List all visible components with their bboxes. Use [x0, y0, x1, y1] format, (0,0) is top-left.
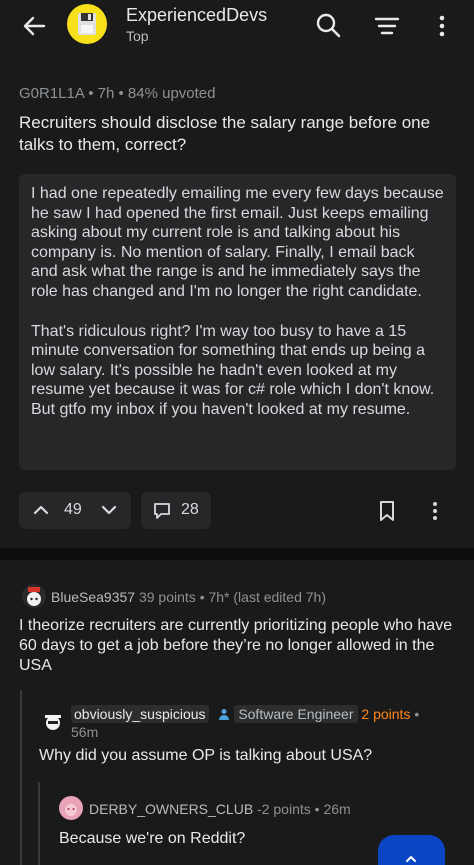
post-body: I had one repeatedly emailing me every f…	[19, 174, 456, 470]
post-body-paragraph: I had one repeatedly emailing me every f…	[31, 185, 444, 300]
subreddit-avatar[interactable]	[67, 4, 107, 44]
comment-points: 2 points	[361, 706, 411, 722]
post-title: Recruiters should disclose the salary ra…	[19, 113, 431, 154]
avatar[interactable]	[22, 584, 46, 608]
post-body-paragraph: That's ridiculous right? I'm way too bus…	[31, 322, 435, 418]
more-vertical-icon[interactable]	[426, 10, 458, 42]
comment-author[interactable]: DERBY_OWNERS_CLUB	[89, 801, 253, 817]
top-bar: ExperiencedDevs Top	[0, 0, 474, 52]
comment-meta: obviously_suspicious Software Engineer 2…	[71, 705, 420, 723]
comment-body: Why did you assume OP is talking about U…	[39, 747, 373, 764]
post-author[interactable]: G0R1L1A	[19, 85, 84, 102]
comment-author[interactable]: obviously_suspicious	[71, 705, 209, 723]
separator: •	[118, 85, 128, 102]
sort-label: Top	[126, 28, 149, 44]
comment-meta: BlueSea9357 39 points • 7h* (last edited…	[51, 589, 326, 605]
sort-icon[interactable]	[371, 10, 403, 42]
comment-body: I theorize recruiters are currently prio…	[19, 617, 453, 674]
back-arrow-icon[interactable]	[18, 10, 50, 42]
post-meta: G0R1L1A • 7h • 84% upvoted	[19, 85, 216, 102]
vote-control: 49	[19, 492, 131, 529]
separator: •	[199, 589, 205, 605]
comment-time: 56m	[71, 724, 99, 740]
snoo-avatar-icon	[27, 587, 41, 606]
upvote-icon[interactable]	[31, 500, 51, 520]
avatar[interactable]	[40, 708, 66, 734]
subreddit-name[interactable]: ExperiencedDevs	[126, 5, 267, 26]
separator: •	[414, 706, 420, 722]
downvote-icon[interactable]	[99, 500, 119, 520]
snoo-avatar-icon	[45, 715, 61, 730]
thread-line	[38, 782, 40, 865]
snoo-avatar-icon	[65, 804, 77, 816]
user-icon	[219, 709, 230, 720]
comment-points: 39 points	[138, 589, 196, 605]
separator: •	[314, 801, 320, 817]
vote-count: 49	[64, 501, 82, 518]
comment-meta: DERBY_OWNERS_CLUB -2 points • 26m	[89, 801, 351, 817]
user-flair: Software Engineer	[234, 705, 358, 723]
search-icon[interactable]	[313, 10, 345, 42]
floppy-disk-icon	[78, 13, 96, 35]
comment-points: -2 points	[257, 801, 311, 817]
comment-count: 28	[181, 501, 199, 518]
comment-author[interactable]: BlueSea9357	[51, 589, 135, 605]
comment-icon	[154, 503, 170, 519]
chevron-up-icon	[406, 855, 416, 862]
section-divider	[0, 548, 474, 560]
comment-time: 7h* (last edited 7h)	[208, 589, 327, 605]
upvote-ratio: 84% upvoted	[127, 85, 216, 102]
thread-line	[20, 690, 22, 865]
comments-button[interactable]: 28	[141, 492, 211, 529]
post-time: 7h	[97, 85, 115, 102]
avatar[interactable]	[59, 796, 83, 820]
comment-body: Because we're on Reddit?	[59, 830, 246, 847]
bookmark-icon[interactable]	[377, 500, 397, 522]
more-vertical-icon[interactable]	[425, 500, 445, 522]
comment-time: 26m	[323, 801, 351, 817]
separator: •	[88, 85, 98, 102]
floating-action-button[interactable]	[378, 835, 445, 865]
